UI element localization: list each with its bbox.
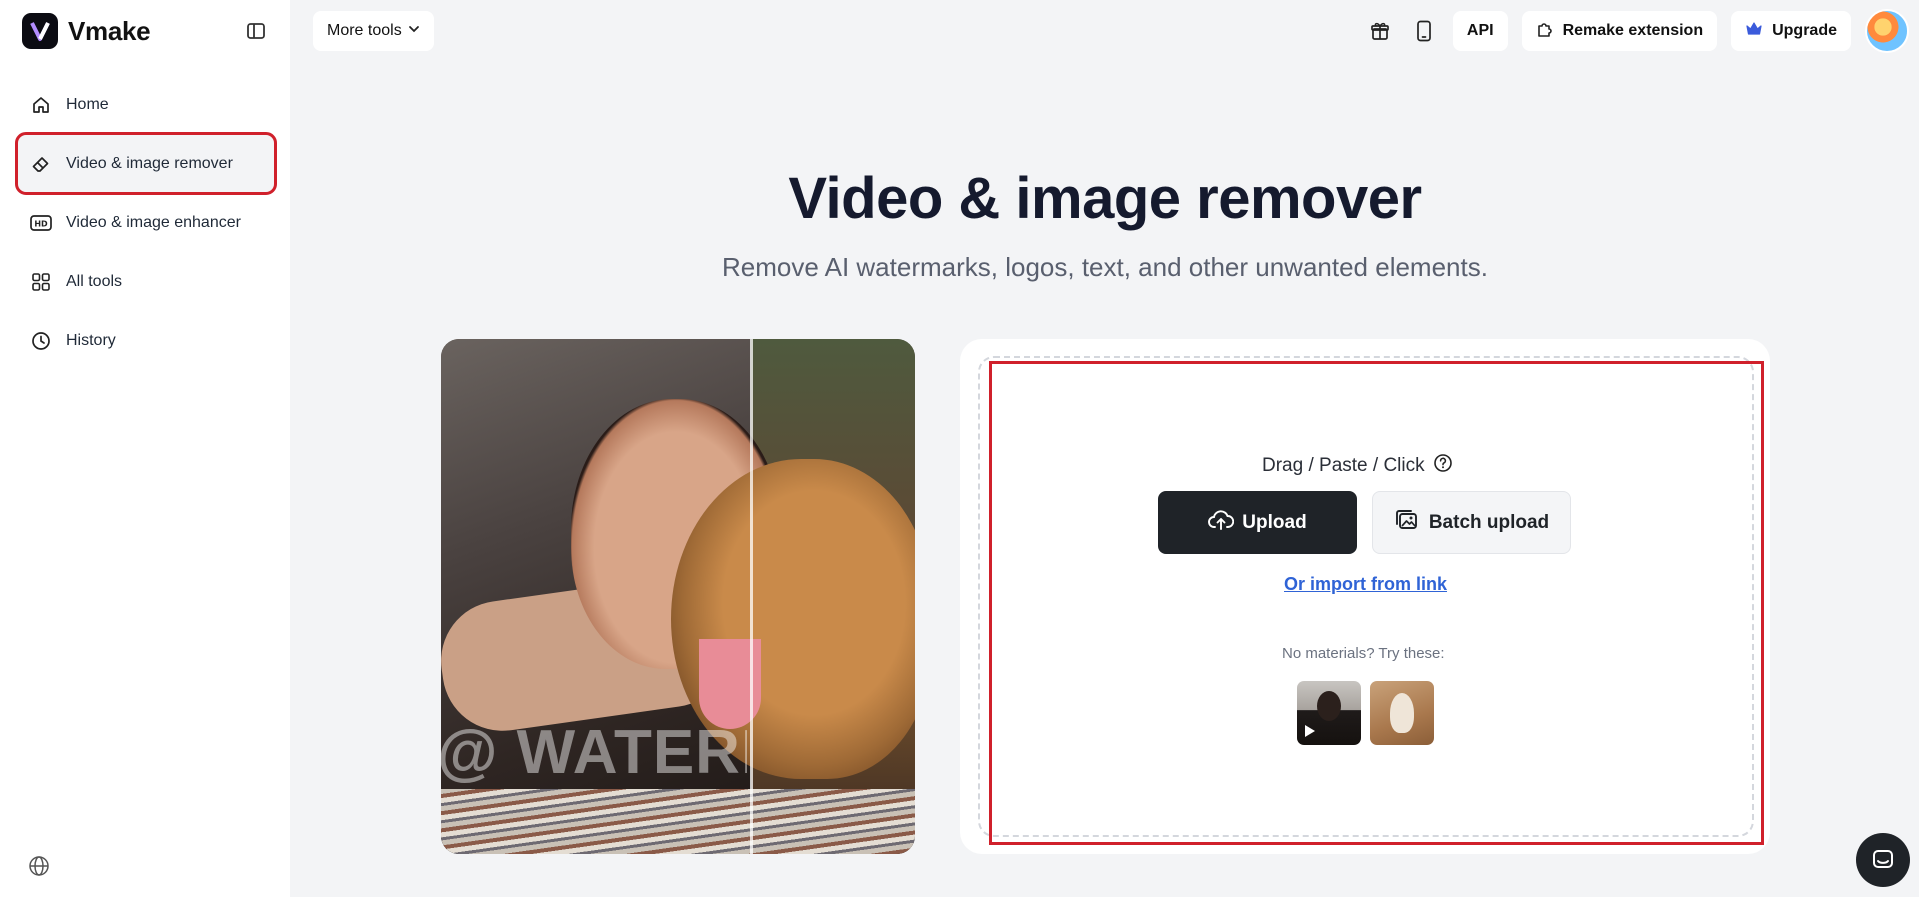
demo-before-after-image: @ WATERI (441, 339, 915, 854)
api-label: API (1466, 22, 1494, 39)
more-tools-dropdown[interactable]: More tools (313, 11, 434, 51)
upload-label: Upload (1242, 511, 1307, 533)
before-after-divider (750, 339, 753, 854)
vmake-logo-icon (22, 13, 58, 49)
batch-upload-button[interactable]: Batch upload (1372, 491, 1571, 554)
sample-image-thumbnail[interactable] (1370, 681, 1434, 745)
brand[interactable]: Vmake (22, 13, 151, 49)
demo-cushion-shape (441, 789, 915, 854)
language-globe-icon[interactable] (28, 855, 50, 877)
upload-hint-text: Drag / Paste / Click (1262, 455, 1425, 476)
sidebar-item-history[interactable]: History (18, 312, 274, 369)
gift-icon[interactable] (1365, 16, 1395, 46)
sample-vase-shape (1390, 693, 1414, 733)
remake-extension-label: Remake extension (1562, 22, 1704, 39)
chat-support-icon[interactable] (1856, 833, 1910, 887)
upgrade-button[interactable]: Upgrade (1731, 11, 1851, 51)
help-icon[interactable] (1433, 453, 1453, 479)
page-subtitle: Remove AI watermarks, logos, text, and o… (722, 252, 1488, 282)
upload-dropzone[interactable] (978, 356, 1754, 837)
page-title: Video & image remover (788, 166, 1422, 231)
remake-extension-button[interactable]: Remake extension (1521, 11, 1718, 51)
more-tools-label: More tools (327, 22, 402, 39)
images-stack-icon (1394, 508, 1420, 538)
clock-icon (30, 330, 52, 352)
topbar-actions: API Remake extension Upgrade (1365, 0, 1919, 62)
puzzle-icon (1536, 20, 1554, 43)
sample-video-thumbnail[interactable] (1297, 681, 1361, 745)
upload-button[interactable]: Upload (1158, 491, 1357, 554)
chevron-down-icon (408, 22, 420, 40)
user-avatar[interactable] (1865, 9, 1909, 53)
play-icon (1305, 725, 1315, 737)
upload-hint: Drag / Paste / Click (1262, 453, 1453, 479)
sidebar-toggle-icon[interactable] (244, 19, 268, 43)
cloud-upload-icon (1208, 509, 1235, 537)
sidebar-item-home[interactable]: Home (18, 76, 274, 133)
sidebar-item-label: Home (66, 95, 109, 113)
home-icon (30, 94, 52, 116)
mobile-phone-icon[interactable] (1409, 16, 1439, 46)
sidebar-item-label: History (66, 331, 116, 349)
brand-name: Vmake (68, 15, 151, 46)
upgrade-label: Upgrade (1772, 22, 1837, 39)
sidebar: Vmake Home Video & image remover HD Vide… (0, 0, 290, 897)
import-from-link[interactable]: Or import from link (1284, 574, 1447, 595)
crown-icon (1745, 20, 1763, 43)
sample-person-shape (1317, 691, 1341, 721)
batch-upload-label: Batch upload (1428, 511, 1550, 533)
api-button[interactable]: API (1452, 11, 1508, 51)
sample-materials-label: No materials? Try these: (1282, 645, 1445, 662)
